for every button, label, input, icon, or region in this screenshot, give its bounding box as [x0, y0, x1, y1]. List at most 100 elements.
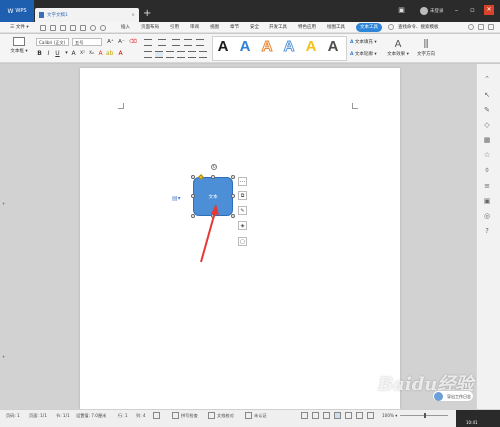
shape-outline-icon[interactable]: ✎ — [238, 206, 247, 215]
unverified-label[interactable]: 未认证 — [254, 413, 267, 419]
menu-text-tools[interactable]: 文本工具 — [356, 23, 382, 32]
menu-drawing-tools[interactable]: 绘图工具 — [327, 24, 345, 32]
font-size-select[interactable]: 五号 — [72, 38, 102, 46]
decrease-indent-icon[interactable] — [172, 39, 180, 46]
resize-handle-t[interactable] — [211, 175, 215, 179]
target-icon[interactable]: ◎ — [483, 212, 491, 220]
new-tab-button[interactable]: + — [143, 8, 151, 20]
reading-mode-icon[interactable] — [301, 412, 308, 419]
highlight-icon[interactable]: ab — [106, 49, 114, 58]
text-color-icon[interactable]: A — [70, 49, 77, 58]
new-doc-icon[interactable] — [40, 25, 46, 31]
menu-section[interactable]: 章节 — [230, 24, 239, 32]
rotate-handle[interactable]: ↻ — [211, 164, 217, 170]
text-style-4[interactable]: A — [281, 38, 297, 56]
undo-icon[interactable] — [90, 25, 96, 31]
underline-dropdown-icon[interactable]: ▾ — [63, 49, 70, 58]
bold-icon[interactable]: B — [36, 49, 43, 58]
shape-more-icon[interactable]: … — [238, 177, 247, 186]
help-icon[interactable] — [468, 24, 474, 30]
shape-arrange-icon[interactable]: ⧉ — [238, 191, 247, 200]
list-icon[interactable]: ≡ — [483, 182, 491, 190]
open-icon[interactable] — [50, 25, 56, 31]
justify-icon[interactable] — [177, 51, 185, 58]
search-commands[interactable]: 查找命令、搜索模板 — [398, 23, 464, 32]
grid-icon[interactable]: ▦ — [483, 136, 491, 144]
print-icon[interactable] — [70, 25, 76, 31]
minimize-icon[interactable]: – — [452, 6, 461, 15]
resize-handle-l[interactable] — [191, 194, 195, 198]
web-view-icon[interactable] — [345, 412, 352, 419]
save-icon[interactable] — [60, 25, 66, 31]
shape-fill-icon[interactable]: ◈ — [238, 221, 247, 230]
font-color-icon[interactable]: A — [117, 49, 124, 58]
distribute-icon[interactable] — [188, 51, 196, 58]
resize-handle-br[interactable] — [231, 214, 235, 218]
superscript-icon[interactable]: X² — [79, 49, 86, 58]
increase-indent-icon[interactable] — [184, 39, 192, 46]
text-effect-button[interactable]: A 文本效果 ▾ — [386, 38, 410, 57]
close-tab-icon[interactable]: × — [131, 13, 135, 18]
align-left-icon[interactable] — [144, 51, 152, 58]
write-mode-icon[interactable] — [356, 412, 363, 419]
phonetic-icon[interactable]: A — [97, 49, 104, 58]
resize-handle-tl[interactable] — [191, 175, 195, 179]
resize-handle-tr[interactable] — [231, 175, 235, 179]
pen-icon[interactable]: ✎ — [483, 106, 491, 114]
layout-options-icon[interactable]: ▤▾ — [172, 195, 182, 202]
line-spacing-icon[interactable] — [199, 51, 207, 58]
more-icon[interactable] — [488, 24, 494, 30]
menu-insert[interactable]: 插入 — [121, 24, 130, 32]
spell-check-label[interactable]: 拼写检查 — [181, 413, 198, 419]
login-button[interactable]: 未登录 — [420, 6, 446, 16]
wps-app-tab[interactable]: W WPS — [0, 0, 34, 22]
image-icon[interactable]: ▣ — [483, 197, 491, 205]
subscript-icon[interactable]: X₂ — [88, 49, 95, 58]
shape-icon[interactable]: ◇ — [483, 121, 491, 129]
preview-icon[interactable] — [80, 25, 86, 31]
shape-border-icon[interactable]: ▢ — [238, 237, 247, 246]
menu-view[interactable]: 视图 — [210, 24, 219, 32]
eye-protect-icon[interactable] — [367, 412, 374, 419]
cursor-icon[interactable]: ↖ — [483, 91, 491, 99]
arrow-up-icon[interactable]: ⌃ — [483, 75, 491, 83]
outline-view-icon[interactable] — [323, 412, 330, 419]
help-circle-icon[interactable]: ? — [483, 227, 491, 235]
align-right-icon[interactable] — [166, 51, 174, 58]
text-fill-button[interactable]: A 文本填充 ▾ — [350, 39, 377, 45]
resize-handle-r[interactable] — [231, 194, 235, 198]
comment-icon[interactable] — [312, 412, 319, 419]
doc-check-label[interactable]: 文档校对 — [217, 413, 234, 419]
text-style-3[interactable]: A — [259, 38, 275, 56]
text-style-5[interactable]: A — [303, 38, 319, 56]
text-direction-button[interactable]: ⫼ 文字方向 — [414, 38, 438, 57]
align-center-icon[interactable] — [155, 51, 163, 58]
text-style-1[interactable]: A — [215, 38, 231, 56]
menu-developer[interactable]: 开发工具 — [269, 24, 287, 32]
close-window-button[interactable]: ✕ — [484, 5, 494, 15]
maximize-icon[interactable]: ▫ — [468, 6, 477, 15]
spell-check-icon[interactable] — [172, 412, 179, 419]
text-style-2[interactable]: A — [237, 38, 253, 56]
collapse-ribbon-icon[interactable] — [478, 24, 484, 30]
menu-page-layout[interactable]: 页面布局 — [141, 24, 159, 32]
menu-security[interactable]: 安全 — [250, 24, 259, 32]
clear-format-icon[interactable]: ⌫ — [129, 38, 137, 46]
italic-icon[interactable]: I — [45, 49, 52, 58]
underline-icon[interactable]: U — [54, 49, 61, 58]
file-menu[interactable]: 三 文件 ▾ — [10, 24, 29, 32]
menu-special-apps[interactable]: 特色应用 — [298, 24, 316, 32]
page-view-icon[interactable] — [334, 412, 341, 419]
export-worklog-badge[interactable]: 导出工作日志 — [432, 390, 474, 402]
menu-references[interactable]: 引用 — [170, 24, 179, 32]
word-count-icon[interactable] — [153, 412, 160, 419]
zoom-level[interactable]: 100% ▾ — [382, 413, 397, 418]
numbering-icon[interactable] — [158, 39, 166, 46]
search-icon[interactable] — [388, 24, 394, 30]
sort-icon[interactable] — [196, 39, 204, 46]
zoom-slider-knob[interactable] — [424, 413, 426, 418]
redo-icon[interactable] — [100, 25, 106, 31]
bullets-icon[interactable] — [144, 39, 152, 46]
unverified-icon[interactable] — [245, 412, 252, 419]
text-outline-button[interactable]: A 文本轮廓 ▾ — [350, 51, 377, 57]
